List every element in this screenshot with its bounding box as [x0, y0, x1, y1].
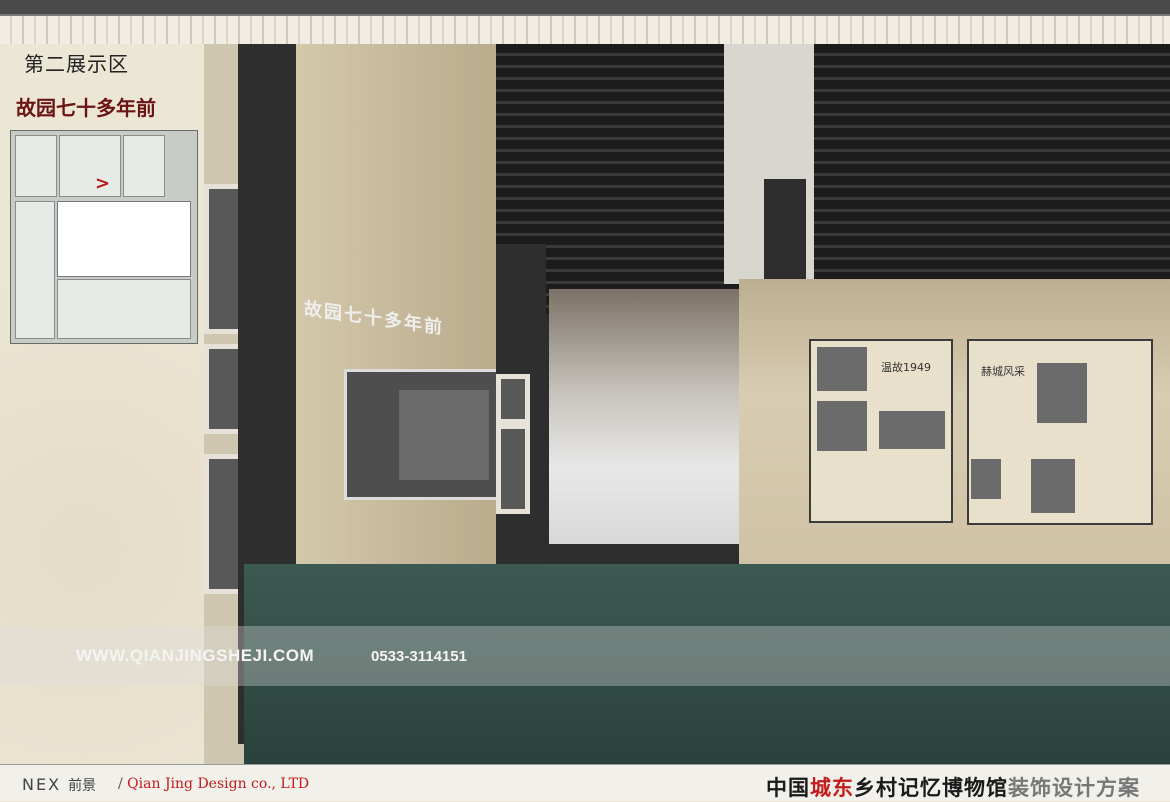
- floor-plan-image: >: [10, 130, 198, 344]
- board-photo: [817, 347, 867, 391]
- photo-collage: [399, 390, 489, 480]
- title-part1: 中国: [766, 775, 810, 800]
- viewpoint-arrow-icon: >: [95, 173, 111, 194]
- watermark-phone: 0533-3114151: [371, 648, 467, 665]
- watermark-url: WWW.QIANJINGSHEJI.COM: [76, 646, 315, 665]
- board-photo: [879, 411, 945, 449]
- section-title: 故园七十多年前: [16, 96, 156, 120]
- board-title: 赫城风采: [981, 365, 1025, 378]
- floor-plan-room: [123, 135, 165, 197]
- wall-frame: [496, 424, 530, 514]
- board-photo: [971, 459, 1001, 499]
- title-part4: 装饰设计方案: [1008, 775, 1140, 800]
- exhibit-board: 温故1949: [809, 339, 953, 523]
- exhibit-board: 赫城风采: [967, 339, 1153, 525]
- zone-label: 第二展示区: [24, 52, 129, 76]
- title-part3: 乡村记忆博物馆: [854, 775, 1008, 800]
- decorative-border: [0, 14, 1170, 46]
- floor-plan-hall: [57, 201, 191, 277]
- project-title: 中国城东乡村记忆博物馆装饰设计方案: [766, 772, 1140, 802]
- right-exhibit-wall: 温故1949 赫城风采: [739, 279, 1170, 569]
- brand-logo: NEX 前景: [22, 775, 96, 795]
- wall-frame: [496, 374, 530, 424]
- board-photo: [817, 401, 867, 451]
- company-text: Qian Jing Design co., LTD: [127, 776, 310, 792]
- floor-plan-room: [59, 135, 121, 197]
- photo-panel: [344, 369, 500, 500]
- logo-cn: 前景: [68, 778, 97, 794]
- floor-plan-room: [15, 135, 57, 197]
- logo-text: NEX: [22, 775, 62, 794]
- board-photo: [1037, 363, 1087, 423]
- board-title: 温故1949: [881, 361, 931, 374]
- floor-plan-room: [15, 201, 55, 339]
- board-photo: [1031, 459, 1075, 513]
- title-part2: 城东: [810, 775, 854, 800]
- separator: /: [118, 776, 128, 792]
- floor-plan-room: [57, 279, 191, 339]
- snow-street-mural: [549, 289, 739, 544]
- company-name: / Qian Jing Design co., LTD: [118, 776, 309, 792]
